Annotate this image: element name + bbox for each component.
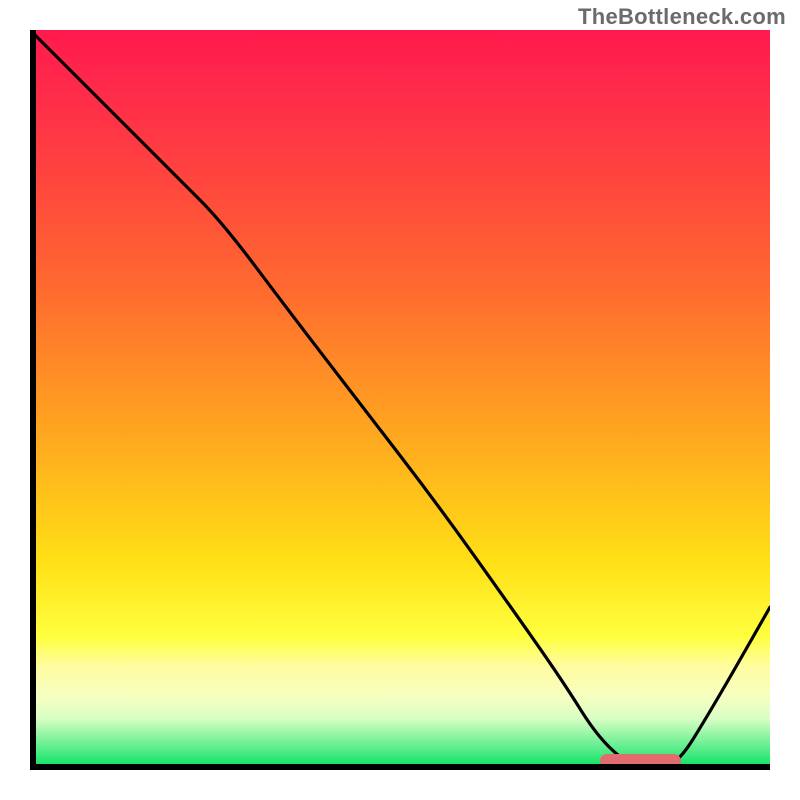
chart-container: TheBottleneck.com	[0, 0, 800, 800]
optimal-range-marker	[600, 754, 681, 768]
curve-svg	[30, 30, 770, 770]
bottleneck-curve	[30, 30, 770, 770]
plot-area	[30, 30, 770, 770]
watermark-label: TheBottleneck.com	[578, 4, 786, 30]
